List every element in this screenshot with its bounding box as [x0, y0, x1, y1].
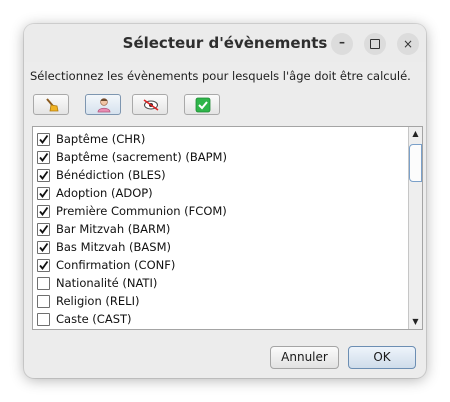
title-bar: Sélecteur d'évènements – × — [24, 24, 426, 62]
maximize-button[interactable] — [364, 33, 386, 55]
list-item[interactable]: Première Communion (FCOM) — [36, 202, 406, 220]
no-eye-icon — [143, 99, 159, 111]
person-icon — [97, 98, 111, 113]
maximize-icon — [370, 38, 380, 49]
broom-icon — [46, 98, 59, 112]
checkmark-icon — [39, 260, 49, 270]
list-item[interactable]: Bénédiction (BLES) — [36, 166, 406, 184]
event-label: Baptême (CHR) — [56, 132, 146, 146]
events-list[interactable]: Baptême (CHR) Baptême (sacrement) (BAPM) B… — [32, 126, 423, 330]
hide-button[interactable] — [132, 94, 168, 115]
event-checkbox[interactable] — [37, 295, 50, 308]
checkmark-icon — [39, 188, 49, 198]
minimize-icon: – — [339, 35, 345, 49]
event-checkbox[interactable] — [37, 223, 50, 236]
clear-selection-button[interactable] — [33, 94, 69, 115]
instruction-text: Sélectionnez les évènements pour lesquel… — [30, 69, 411, 83]
list-item[interactable]: Adoption (ADOP) — [36, 184, 406, 202]
event-checkbox[interactable] — [37, 277, 50, 290]
event-checkbox[interactable] — [37, 241, 50, 254]
close-icon: × — [402, 37, 414, 51]
list-item[interactable]: Bar Mitzvah (BARM) — [36, 220, 406, 238]
event-label: Confirmation (CONF) — [56, 258, 176, 272]
event-label: Baptême (sacrement) (BAPM) — [56, 150, 227, 164]
cancel-button[interactable]: Annuler — [270, 346, 339, 369]
event-selector-dialog: Sélecteur d'évènements – × Sélectionnez … — [24, 24, 426, 378]
minimize-button[interactable]: – — [331, 33, 353, 55]
list-item[interactable]: Nationalité (NATI) — [36, 274, 406, 292]
ok-button[interactable]: OK — [348, 346, 416, 369]
event-label: Bar Mitzvah (BARM) — [56, 222, 171, 236]
checkmark-icon — [39, 134, 49, 144]
event-checkbox[interactable] — [37, 313, 50, 326]
scroll-up-icon[interactable]: ▲ — [409, 127, 422, 141]
list-item[interactable]: Baptême (sacrement) (BAPM) — [36, 148, 406, 166]
checkmark-icon — [195, 97, 211, 113]
event-label: Caste (CAST) — [56, 312, 132, 326]
checkmark-icon — [39, 152, 49, 162]
event-label: Première Communion (FCOM) — [56, 204, 227, 218]
list-item[interactable]: Confirmation (CONF) — [36, 256, 406, 274]
checkmark-icon — [39, 170, 49, 180]
checkmark-icon — [39, 206, 49, 216]
checkmark-icon — [39, 242, 49, 252]
scroll-down-icon[interactable]: ▼ — [409, 315, 422, 329]
event-checkbox[interactable] — [37, 259, 50, 272]
select-all-button[interactable] — [184, 94, 220, 115]
list-item[interactable]: Bas Mitzvah (BASM) — [36, 238, 406, 256]
list-item[interactable]: Caste (CAST) — [36, 310, 406, 328]
list-item[interactable]: Baptême (CHR) — [36, 130, 406, 148]
event-label: Bénédiction (BLES) — [56, 168, 166, 182]
scrollbar[interactable]: ▲ ▼ — [408, 127, 422, 329]
event-label: Religion (RELI) — [56, 294, 140, 308]
event-checkbox[interactable] — [37, 133, 50, 146]
event-checkbox[interactable] — [37, 187, 50, 200]
event-label: Bas Mitzvah (BASM) — [56, 240, 171, 254]
event-checkbox[interactable] — [37, 151, 50, 164]
close-button[interactable]: × — [397, 33, 419, 55]
event-label: Adoption (ADOP) — [56, 186, 153, 200]
select-persons-button[interactable] — [85, 94, 121, 115]
event-label: Nationalité (NATI) — [56, 276, 158, 290]
event-checkbox[interactable] — [37, 205, 50, 218]
event-checkbox[interactable] — [37, 169, 50, 182]
list-item[interactable]: Religion (RELI) — [36, 292, 406, 310]
scroll-thumb[interactable] — [409, 144, 422, 182]
checkmark-icon — [39, 224, 49, 234]
